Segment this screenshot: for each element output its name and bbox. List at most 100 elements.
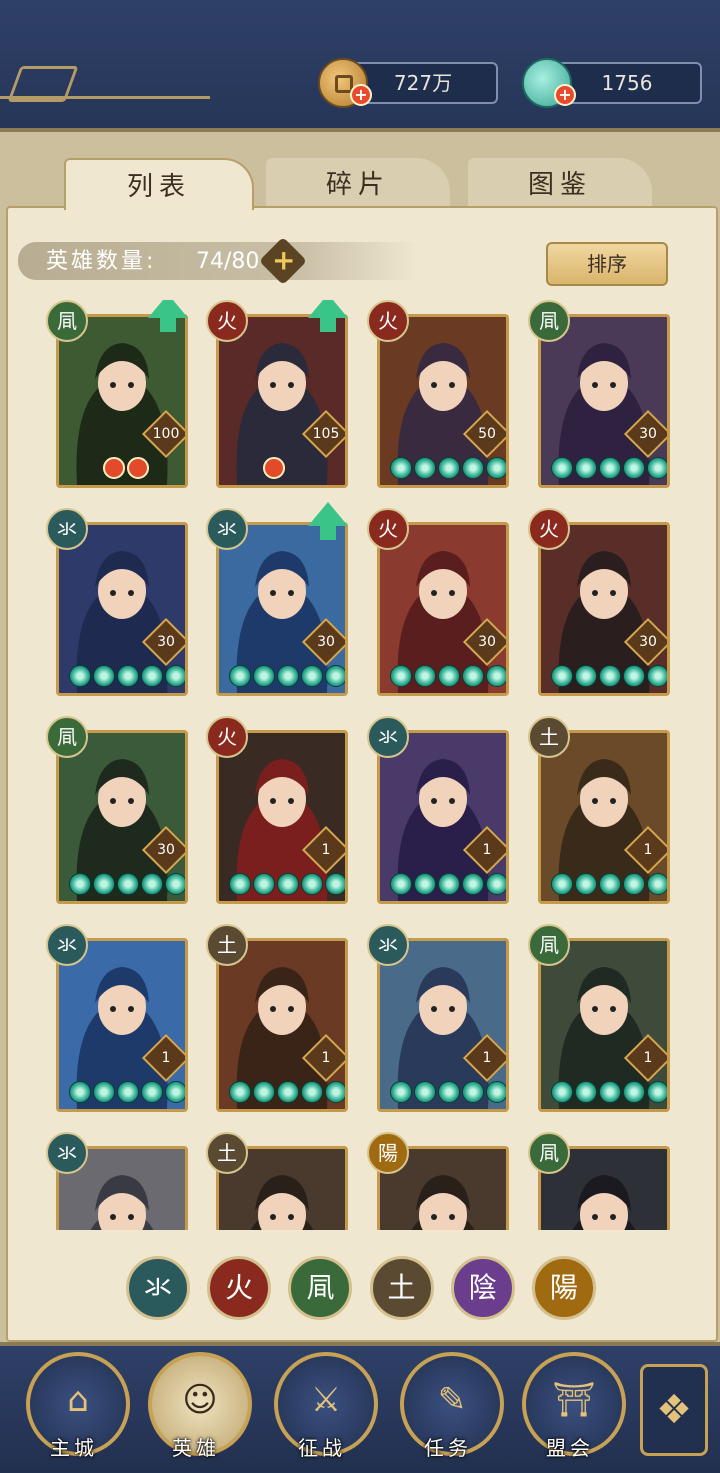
jade-star-icon bbox=[229, 873, 251, 895]
hero-card[interactable]: 50 火 bbox=[367, 300, 509, 488]
hero-level: 1 bbox=[321, 842, 331, 858]
hero-card[interactable]: 30 氺 bbox=[46, 508, 188, 696]
hero-star-row bbox=[390, 665, 506, 689]
hero-card[interactable]: 1氺 bbox=[367, 716, 509, 904]
jade-star-icon bbox=[390, 873, 412, 895]
jade-star-icon bbox=[438, 457, 460, 479]
hero-star-row bbox=[69, 1081, 185, 1105]
hero-level: 1 bbox=[643, 1050, 653, 1066]
hero-card[interactable]: 陽 bbox=[367, 1132, 509, 1230]
hero-card[interactable]: 30 氺 bbox=[206, 502, 348, 696]
add-jade-button[interactable]: + bbox=[554, 84, 576, 106]
sort-button[interactable]: 排序 bbox=[546, 242, 668, 286]
hero-level: 1 bbox=[161, 1050, 171, 1066]
menu-button[interactable]: ❖ bbox=[640, 1364, 708, 1456]
jade-star-icon bbox=[486, 1081, 506, 1103]
hero-card[interactable]: 30 火 bbox=[367, 508, 509, 696]
jade-star-icon bbox=[69, 873, 91, 895]
jade-star-icon bbox=[551, 457, 573, 479]
element-water-icon: 氺 bbox=[367, 716, 409, 758]
jade-star-icon bbox=[93, 1081, 115, 1103]
hero-card[interactable]: 氺 bbox=[46, 1132, 188, 1230]
hero-card-frame: 1 bbox=[377, 938, 509, 1112]
hero-card-frame: 1 bbox=[216, 938, 348, 1112]
hero-card[interactable]: 土 bbox=[206, 1132, 348, 1230]
filter-fire-button[interactable]: 火 bbox=[207, 1256, 272, 1320]
hero-card[interactable]: 1氺 bbox=[367, 924, 509, 1112]
hero-card[interactable]: 105 火 bbox=[206, 300, 348, 488]
element-wind-icon: 凬 bbox=[528, 300, 570, 342]
jade-star-icon bbox=[623, 1081, 645, 1103]
filter-water-button[interactable]: 氺 bbox=[126, 1256, 190, 1320]
hero-level: 50 bbox=[478, 426, 496, 442]
jade-star-icon bbox=[623, 665, 645, 687]
element-water-icon: 氺 bbox=[46, 1132, 88, 1174]
hero-card[interactable]: 1凬 bbox=[528, 924, 670, 1112]
jade-star-icon bbox=[390, 457, 412, 479]
hero-card[interactable]: 30 凬 bbox=[46, 716, 188, 904]
element-fire-icon: 火 bbox=[367, 508, 409, 550]
coin-amount: 727万 bbox=[393, 71, 453, 95]
element-wind-icon: 凬 bbox=[528, 1132, 570, 1174]
filter-wind-button[interactable]: 凬 bbox=[288, 1256, 353, 1320]
jade-star-icon bbox=[69, 665, 91, 687]
hero-level: 1 bbox=[321, 1050, 331, 1066]
alliance-icon: ⛩ bbox=[552, 1380, 596, 1420]
battle-icon: ⚔ bbox=[310, 1380, 342, 1420]
filter-yang-button[interactable]: 陽 bbox=[531, 1256, 596, 1320]
jade-star-icon bbox=[325, 665, 345, 687]
hero-star-row bbox=[69, 665, 185, 689]
hero-card[interactable]: 1火 bbox=[206, 716, 348, 904]
red-token-icon bbox=[263, 457, 285, 479]
jade-star-icon bbox=[599, 665, 621, 687]
tab-codex[interactable]: 图鉴 bbox=[468, 158, 652, 208]
jade-star-icon bbox=[117, 1081, 139, 1103]
tab-fragments[interactable]: 碎片 bbox=[266, 158, 450, 208]
jade-star-icon bbox=[486, 457, 506, 479]
jade-star-icon bbox=[325, 1081, 345, 1103]
hero-star-row bbox=[229, 1081, 345, 1105]
jade-star-icon bbox=[623, 873, 645, 895]
jade-star-icon bbox=[301, 873, 323, 895]
nav-label: 任务 bbox=[424, 1436, 472, 1460]
upgrade-arrow-icon bbox=[148, 300, 188, 332]
jade-star-icon bbox=[575, 873, 597, 895]
hero-level: 30 bbox=[639, 634, 657, 650]
hero-level: 105 bbox=[312, 426, 340, 442]
jade-star-icon bbox=[69, 1081, 91, 1103]
jade-star-icon bbox=[438, 873, 460, 895]
jade-star-icon bbox=[599, 873, 621, 895]
jade-star-icon bbox=[462, 873, 484, 895]
hero-card-frame: 100 bbox=[56, 314, 188, 488]
add-coins-button[interactable]: + bbox=[350, 84, 372, 106]
hero-card[interactable]: 30 火 bbox=[528, 508, 670, 696]
element-wind-icon: 凬 bbox=[528, 924, 570, 966]
jade-star-icon bbox=[647, 1081, 667, 1103]
jade-star-icon bbox=[277, 665, 299, 687]
hero-card[interactable]: 100 凬 bbox=[46, 300, 188, 488]
hero-card[interactable]: 1土 bbox=[528, 716, 670, 904]
jade-star-icon bbox=[462, 457, 484, 479]
hero-card[interactable]: 1土 bbox=[206, 924, 348, 1112]
element-water-icon: 氺 bbox=[46, 508, 88, 550]
hero-card[interactable]: 30 凬 bbox=[528, 300, 670, 488]
element-earth-icon: 土 bbox=[206, 924, 248, 966]
jade-star-icon bbox=[165, 665, 185, 687]
hero-card-frame: 1 bbox=[377, 730, 509, 904]
tab-list[interactable]: 列表 bbox=[64, 158, 254, 210]
hero-star-row bbox=[390, 873, 506, 897]
hero-star-row bbox=[69, 873, 185, 897]
filter-yin-button[interactable]: 陰 bbox=[450, 1256, 515, 1320]
element-water-icon: 氺 bbox=[46, 924, 88, 966]
jade-star-icon bbox=[165, 873, 185, 895]
hero-card[interactable]: 凬 bbox=[528, 1132, 670, 1230]
element-wind-icon: 凬 bbox=[46, 300, 88, 342]
jade-star-icon bbox=[229, 665, 251, 687]
jade-star-icon bbox=[599, 457, 621, 479]
element-fire-icon: 火 bbox=[528, 508, 570, 550]
hero-count-bar: 英雄数量: 74/80 bbox=[18, 242, 418, 280]
hero-card[interactable]: 1氺 bbox=[46, 924, 188, 1112]
hero-star-row bbox=[229, 665, 345, 689]
filter-earth-button[interactable]: 土 bbox=[369, 1256, 434, 1320]
jade-star-icon bbox=[301, 665, 323, 687]
